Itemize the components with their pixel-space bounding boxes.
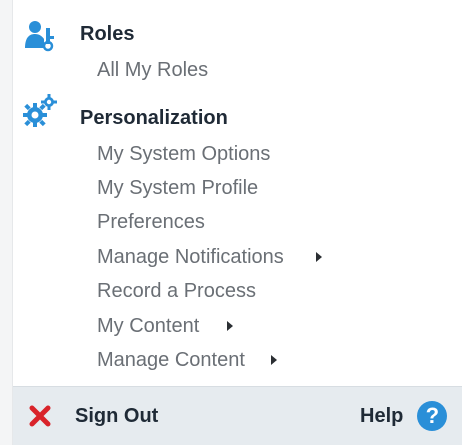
menu-item-label: My System Profile	[97, 176, 259, 199]
roles-section-header: Roles	[13, 18, 462, 52]
personalization-title: Personalization	[80, 106, 228, 129]
help-button[interactable]: Help ?	[360, 399, 448, 433]
sign-out-button[interactable]: Sign Out	[29, 401, 158, 431]
menu-item-label: Manage Notifications	[97, 245, 284, 268]
gears-icon	[23, 94, 57, 127]
help-label: Help	[360, 404, 404, 427]
menu-item-label: My Content	[97, 314, 200, 337]
menu-item-label: My System Options	[97, 142, 271, 165]
menu-item-my-system-options[interactable]: My System Options	[97, 139, 270, 169]
submenu-arrow-icon	[315, 252, 322, 262]
menu-item-manage-content[interactable]: Manage Content	[97, 345, 277, 375]
menu-item-manage-notifications[interactable]: Manage Notifications	[97, 242, 322, 272]
roles-title: Roles	[80, 22, 135, 45]
user-key-icon	[25, 21, 54, 52]
menu-item-all-my-roles[interactable]: All My Roles	[97, 55, 208, 85]
user-menu-panel: Roles All My Roles Personalization My Sy…	[12, 0, 462, 445]
menu-item-record-a-process[interactable]: Record a Process	[97, 276, 256, 306]
menu-item-label: All My Roles	[97, 58, 209, 81]
menu-item-my-content[interactable]: My Content	[97, 311, 234, 341]
menu-item-label: Preferences	[97, 210, 205, 233]
menu-footer: Sign Out Help ?	[13, 386, 462, 445]
submenu-arrow-icon	[227, 321, 234, 331]
personalization-section-header: Personalization	[13, 94, 462, 134]
menu-item-label: Manage Content	[97, 348, 245, 371]
help-circle-icon: ?	[417, 401, 448, 431]
close-icon	[29, 405, 51, 427]
sign-out-label: Sign Out	[75, 404, 159, 427]
menu-item-my-system-profile[interactable]: My System Profile	[97, 173, 258, 203]
menu-item-preferences[interactable]: Preferences	[97, 207, 205, 237]
menu-item-label: Record a Process	[97, 279, 256, 302]
submenu-arrow-icon	[270, 355, 277, 365]
